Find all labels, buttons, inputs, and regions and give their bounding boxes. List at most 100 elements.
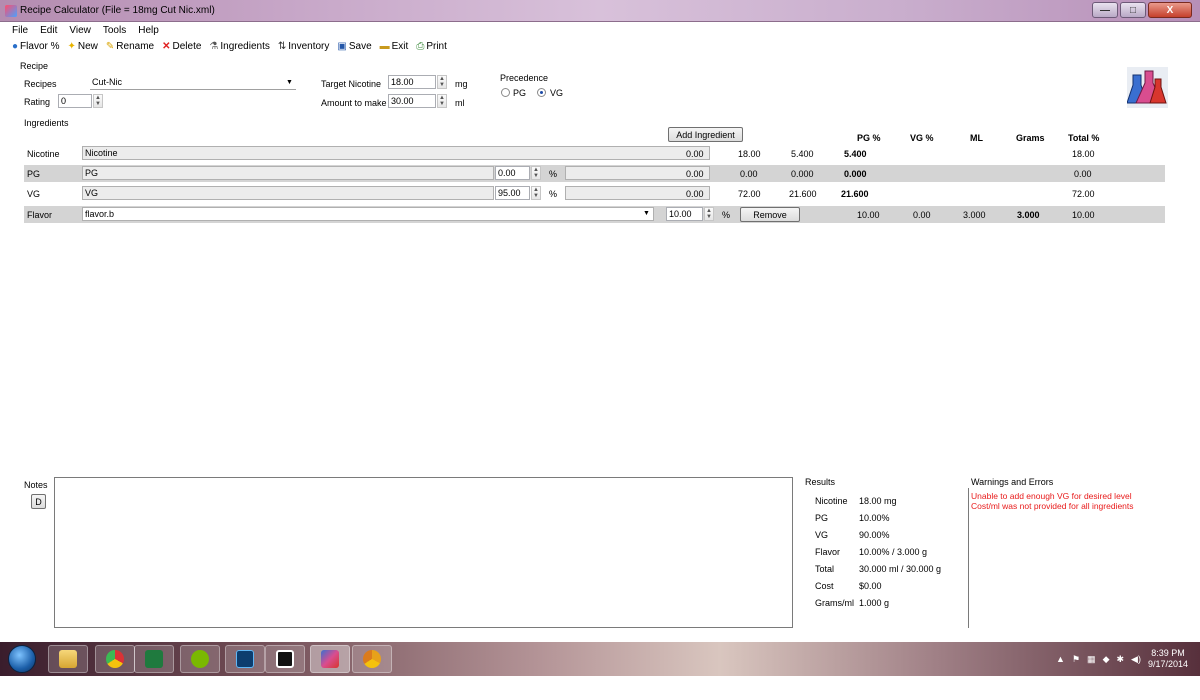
exit-label: Exit (391, 41, 409, 52)
close-button[interactable]: X (1148, 2, 1192, 18)
minimize-button[interactable]: — (1092, 2, 1118, 18)
pg-col2: 0.000 (791, 169, 814, 179)
precedence-pg-radio[interactable] (501, 88, 510, 97)
menu-file[interactable]: File (12, 25, 28, 36)
rating-label: Rating (24, 97, 51, 107)
taskbar-recipe-calculator[interactable] (310, 645, 350, 673)
recipe-select[interactable]: Cut-Nic (90, 76, 296, 90)
pg-pct-spinner[interactable]: ▲ ▼ (531, 166, 541, 180)
flavor-pct-button[interactable]: ● Flavor % (12, 41, 60, 52)
start-button[interactable] (8, 645, 36, 673)
taskbar-chrome[interactable] (95, 645, 135, 673)
window-controls: — □ X (1092, 2, 1192, 18)
volume-icon[interactable]: ◀) (1131, 654, 1141, 665)
menu-tools[interactable]: Tools (103, 25, 126, 36)
results-row: Flavor 10.00% / 3.000 g (815, 547, 927, 557)
vg-pct-input[interactable]: 95.00 (495, 186, 530, 200)
results-row: VG 90.00% (815, 530, 890, 540)
clock-date: 9/17/2014 (1147, 659, 1188, 669)
warnings-label: Warnings and Errors (971, 477, 1054, 487)
print-button[interactable]: ⎙ Print (416, 41, 447, 52)
result-key: Flavor (815, 547, 841, 557)
taskbar-photoshop[interactable] (225, 645, 265, 673)
taskbar-chrome-canary[interactable] (352, 645, 392, 673)
rename-button[interactable]: ✎ Rename (106, 41, 154, 52)
taskbar-7zip[interactable] (265, 645, 305, 673)
delete-button[interactable]: ✕ Delete (162, 41, 201, 52)
taskbar-explorer[interactable] (48, 645, 88, 673)
vg-pct-unit: % (549, 189, 558, 199)
target-nicotine-spinner[interactable]: ▲ ▼ (437, 75, 447, 89)
target-nicotine-unit: mg (455, 79, 468, 89)
results-row: Cost $0.00 (815, 581, 882, 591)
flavor-pct-input[interactable]: 10.00 (666, 207, 703, 221)
save-button[interactable]: ▣ Save (337, 41, 371, 52)
nicotine-ingredient-field[interactable]: Nicotine (82, 146, 710, 160)
exit-icon: ▬ (379, 40, 390, 52)
maximize-button[interactable]: □ (1120, 2, 1146, 18)
result-value: 10.00% (859, 513, 890, 523)
precedence-pg-label: PG (513, 88, 527, 98)
warnings-list[interactable]: Unable to add enough VG for desired leve… (968, 488, 1200, 628)
delete-label: Delete (172, 41, 202, 52)
target-nicotine-input[interactable]: 18.00 (388, 75, 436, 89)
show-hidden-icons-icon[interactable]: ▲ (1056, 654, 1065, 664)
ingredients-button[interactable]: ⚗ Ingredients (209, 41, 269, 52)
warning-item: Unable to add enough VG for desired leve… (971, 491, 1132, 501)
pg-pct-unit: % (549, 169, 558, 179)
flavor-ml: 3.000 (963, 210, 986, 220)
result-key: VG (815, 530, 829, 540)
notes-date-button[interactable]: D (31, 494, 46, 509)
menu-edit[interactable]: Edit (40, 25, 57, 36)
precedence-vg-radio[interactable] (537, 88, 546, 97)
menu-view[interactable]: View (69, 25, 91, 36)
vg-pct-spinner[interactable]: ▲ ▼ (531, 186, 541, 200)
header-ml: ML (970, 133, 983, 143)
recipe-calculator-icon (321, 650, 339, 668)
amount-spinner[interactable]: ▲ ▼ (437, 94, 447, 108)
vg-row-label: VG (27, 189, 41, 199)
flag-icon[interactable]: ⚑ (1072, 654, 1080, 665)
title-bar: Recipe Calculator (File = 18mg Cut Nic.x… (0, 0, 1200, 22)
menu-bar: File Edit View Tools Help (0, 22, 1200, 38)
inventory-button[interactable]: ⇅ Inventory (278, 41, 330, 52)
sync-icon[interactable]: ✱ (1116, 654, 1124, 665)
chevron-down-icon[interactable]: ▼ (643, 210, 650, 217)
add-ingredient-button[interactable]: Add Ingredient (668, 127, 743, 142)
amount-input[interactable]: 30.00 (388, 94, 436, 108)
rating-spinner[interactable]: ▲ ▼ (93, 94, 103, 108)
taskbar-excel[interactable] (134, 645, 174, 673)
rename-icon: ✎ (105, 40, 115, 52)
rating-input[interactable]: 0 (58, 94, 92, 108)
clock[interactable]: 8:39 PM 9/17/2014 (1148, 648, 1188, 670)
chevron-down-icon[interactable]: ▼ (286, 79, 293, 86)
photoshop-icon (236, 650, 254, 668)
new-star-icon: ✦ (67, 40, 76, 52)
rename-label: Rename (116, 41, 155, 52)
results-row: Total 30.000 ml / 30.000 g (815, 564, 941, 574)
vg-col2: 21.600 (789, 189, 817, 199)
app-icon (5, 5, 17, 17)
system-tray: ▲ ⚑ ▦ ◆ ✱ ◀) 8:39 PM 9/17/2014 (1056, 642, 1188, 676)
network-icon[interactable]: ▦ (1087, 654, 1096, 665)
notes-textarea[interactable] (54, 477, 793, 628)
menu-help[interactable]: Help (138, 25, 159, 36)
flavor-pct-spinner[interactable]: ▲ ▼ (704, 207, 714, 221)
pg-ingredient-field[interactable]: PG (82, 166, 494, 180)
vg-ingredient-field[interactable]: VG (82, 186, 494, 200)
result-value: 18.00 mg (859, 496, 897, 506)
inventory-icon: ⇅ (277, 40, 287, 52)
pg-pct-input[interactable]: 0.00 (495, 166, 530, 180)
exit-button[interactable]: ▬ Exit (380, 41, 409, 52)
chrome-canary-icon (363, 650, 381, 668)
taskbar-spotify[interactable] (180, 645, 220, 673)
spotify-icon (191, 650, 209, 668)
shield-icon[interactable]: ◆ (1103, 654, 1110, 665)
remove-flavor-button[interactable]: Remove (740, 207, 800, 222)
warning-item: Cost/ml was not provided for all ingredi… (971, 501, 1134, 511)
flavor-pct-unit: % (722, 210, 731, 220)
print-label: Print (426, 41, 447, 52)
nicotine-ingredient-name: Nicotine (85, 148, 118, 158)
flavor-ingredient-select[interactable]: flavor.b (82, 207, 654, 221)
new-button[interactable]: ✦ New (68, 41, 98, 52)
